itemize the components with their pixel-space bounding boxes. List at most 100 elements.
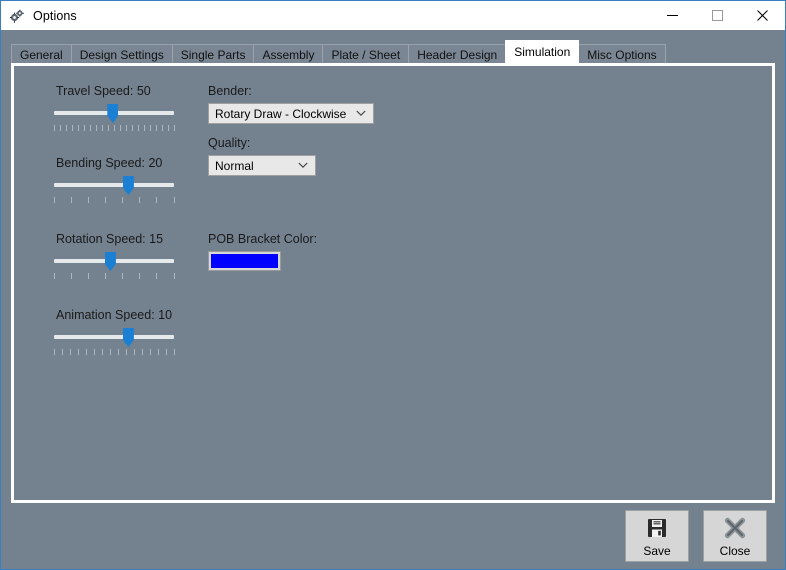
slider-tick <box>165 349 167 355</box>
slider-tick <box>155 125 157 131</box>
slider-tick <box>53 349 55 355</box>
tab-header-design[interactable]: Header Design <box>408 44 507 64</box>
tab-general[interactable]: General <box>11 44 72 64</box>
travel-speed-slider[interactable] <box>53 104 175 134</box>
save-button[interactable]: Save <box>625 510 689 562</box>
save-button-label: Save <box>643 543 671 558</box>
travel-speed-ticks <box>53 125 175 132</box>
tab-design-settings[interactable]: Design Settings <box>70 44 173 64</box>
rotation-speed-slider[interactable] <box>53 252 175 282</box>
bender-value: Rotary Draw - Clockwise <box>215 106 347 121</box>
bender-group: Bender: Rotary Draw - Clockwise <box>208 84 374 124</box>
x-cross-icon <box>722 515 748 541</box>
slider-tick <box>53 125 55 131</box>
quality-group: Quality: Normal <box>208 136 316 176</box>
slider-tick <box>70 197 72 203</box>
tab-assembly[interactable]: Assembly <box>253 44 324 64</box>
slider-tick <box>109 349 111 355</box>
dialog-footer: Save Close <box>1 503 785 569</box>
caption-button-group <box>650 1 785 30</box>
slider-tick <box>157 349 159 355</box>
rotation-speed-label: Rotation Speed: 15 <box>56 232 164 246</box>
slider-tick <box>125 349 127 355</box>
rotation-speed-group: Rotation Speed: 15 <box>53 232 214 282</box>
slider-tick <box>156 273 158 279</box>
slider-tick <box>71 125 73 131</box>
minimize-button[interactable] <box>650 1 695 30</box>
bender-label: Bender: <box>208 84 252 98</box>
animation-speed-slider[interactable] <box>53 328 175 358</box>
slider-tick <box>139 273 141 279</box>
slider-tick <box>83 125 85 131</box>
animation-speed-label: Animation Speed: 10 <box>56 308 173 322</box>
tab-simulation[interactable]: Simulation <box>505 40 580 64</box>
bending-speed-slider[interactable] <box>53 176 175 206</box>
chevron-down-icon <box>356 109 366 119</box>
slider-tick <box>137 125 139 131</box>
slider-tick <box>107 125 109 131</box>
slider-tick <box>87 273 89 279</box>
slider-tick <box>141 349 143 355</box>
tab-single-parts[interactable]: Single Parts <box>171 44 255 64</box>
slider-tick <box>119 125 121 131</box>
travel-speed-group: Travel Speed: 50 <box>53 84 214 134</box>
tab-plate-sheet[interactable]: Plate / Sheet <box>322 44 410 64</box>
slider-tick <box>93 349 95 355</box>
pob-bracket-color-swatch <box>211 254 278 268</box>
options-window: Options General Design Settings Single P… <box>0 0 786 570</box>
animation-speed-thumb[interactable] <box>122 328 134 347</box>
slider-tick <box>101 125 103 131</box>
quality-value: Normal <box>215 158 254 173</box>
slider-tick <box>85 349 87 355</box>
tab-misc-options[interactable]: Misc Options <box>578 44 666 64</box>
slider-tick <box>59 125 61 131</box>
slider-tick <box>77 349 79 355</box>
pob-bracket-color-button[interactable] <box>208 251 281 271</box>
quality-select[interactable]: Normal <box>208 155 316 176</box>
window-title: Options <box>33 8 77 23</box>
chevron-down-icon <box>298 161 308 171</box>
bender-select[interactable]: Rotary Draw - Clockwise <box>208 103 374 124</box>
animation-speed-ticks <box>53 349 175 356</box>
bending-speed-thumb[interactable] <box>122 176 134 195</box>
quality-label: Quality: <box>208 136 251 150</box>
tab-strip: General Design Settings Single Parts Ass… <box>1 40 785 64</box>
slider-tick <box>95 125 97 131</box>
slider-tick <box>69 349 71 355</box>
slider-tick <box>131 125 133 131</box>
bending-speed-group: Bending Speed: 20 <box>53 156 214 206</box>
bending-speed-ticks <box>53 197 175 204</box>
travel-speed-label: Travel Speed: 50 <box>56 84 151 98</box>
slider-tick <box>161 125 163 131</box>
gears-icon <box>9 8 25 24</box>
slider-tick <box>125 125 127 131</box>
slider-tick <box>149 125 151 131</box>
rotation-speed-thumb[interactable] <box>104 252 116 271</box>
slider-tick <box>149 349 151 355</box>
simulation-tab-panel: Travel Speed: 50 Bending Speed: 20 Rotat… <box>11 63 775 503</box>
slider-tick <box>122 197 124 203</box>
floppy-disk-icon <box>644 515 670 541</box>
travel-speed-thumb[interactable] <box>107 104 119 123</box>
slider-tick <box>104 273 106 279</box>
pob-bracket-color-label: POB Bracket Color: <box>208 232 318 246</box>
slider-tick <box>77 125 79 131</box>
slider-tick <box>87 197 89 203</box>
slider-tick <box>173 273 175 279</box>
slider-tick <box>104 197 106 203</box>
bending-speed-label: Bending Speed: 20 <box>56 156 163 170</box>
slider-tick <box>101 349 103 355</box>
slider-tick <box>173 197 175 203</box>
title-bar: Options <box>1 1 785 30</box>
slider-tick <box>139 197 141 203</box>
close-button[interactable] <box>740 1 785 30</box>
slider-tick <box>173 125 175 131</box>
slider-tick <box>61 349 63 355</box>
slider-tick <box>143 125 145 131</box>
slider-tick <box>53 197 55 203</box>
close-button-footer[interactable]: Close <box>703 510 767 562</box>
slider-tick <box>113 125 115 131</box>
slider-tick <box>167 125 169 131</box>
maximize-button[interactable] <box>695 1 740 30</box>
pob-bracket-color-group: POB Bracket Color: <box>208 232 317 271</box>
